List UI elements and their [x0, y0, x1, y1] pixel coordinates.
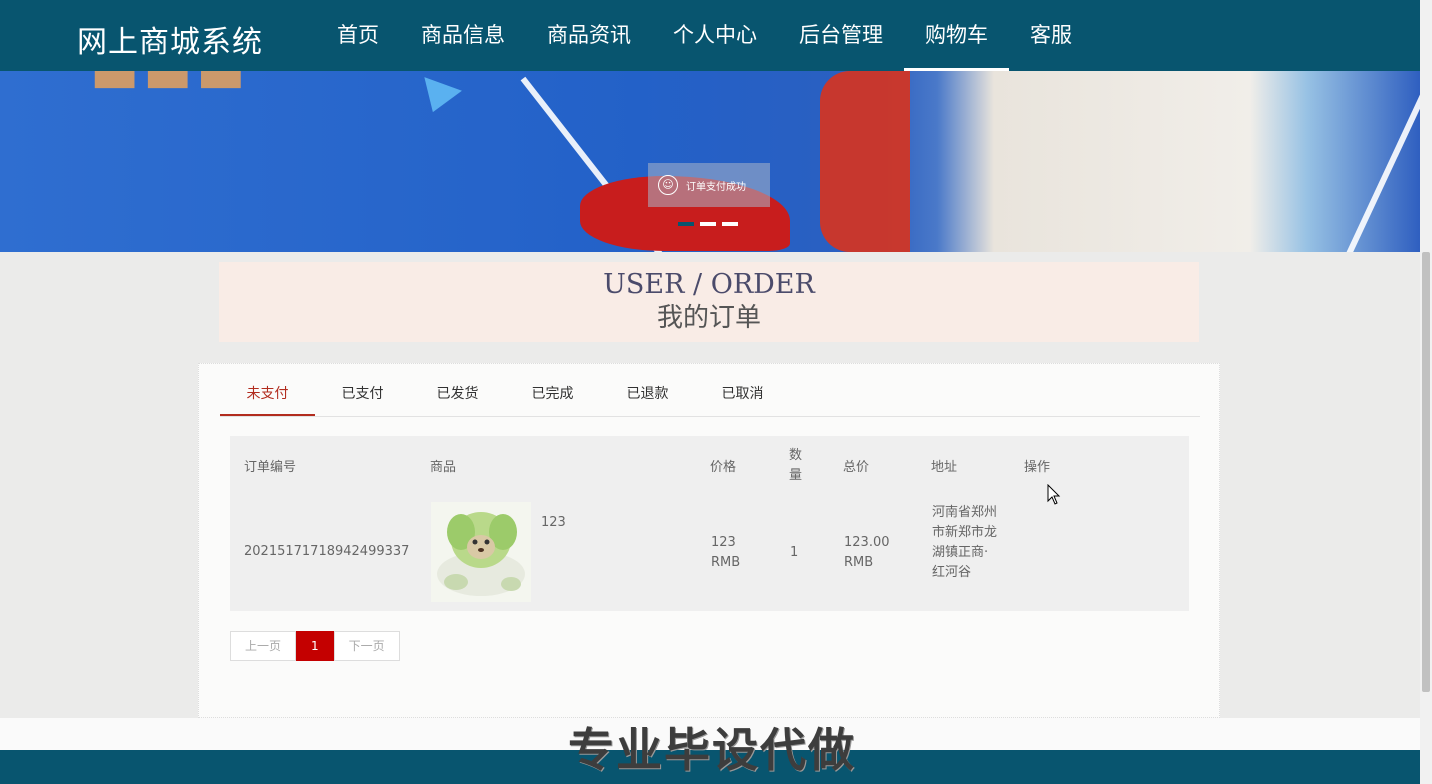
page-title-en: USER / ORDER — [603, 269, 815, 300]
column-header-action: 操作 — [1024, 460, 1051, 475]
nav-item-home[interactable]: 首页 — [316, 0, 400, 71]
top-navbar: 网上商城系统 首页 商品信息 商品资讯 个人中心 后台管理 购物车 客服 — [0, 0, 1420, 71]
carousel-dot[interactable] — [700, 222, 716, 226]
nav-item-cart[interactable]: 购物车 — [904, 0, 1009, 71]
carousel-dot[interactable] — [678, 222, 694, 226]
nav-item-news[interactable]: 商品资讯 — [526, 0, 652, 71]
page-title-zh: 我的订单 — [656, 303, 761, 333]
page-title: USER / ORDER 我的订单 — [219, 262, 1199, 342]
main-nav: 首页 商品信息 商品资讯 个人中心 后台管理 购物车 客服 — [316, 0, 1093, 71]
watermark-overlay: 专业毕设代做 — [568, 723, 856, 777]
pagination: 上一页 1 下一页 — [230, 631, 400, 661]
product-thumbnail-art — [431, 502, 531, 602]
shipping-address: 河南省郑州市新郑市龙湖镇正商·红河谷 — [932, 505, 998, 580]
order-total: 123.00 RMB — [844, 535, 890, 570]
product-quantity: 1 — [790, 545, 799, 560]
order-number: 20215171718942499337 — [244, 544, 410, 559]
tab-shipped[interactable]: 已发货 — [410, 374, 505, 414]
nav-item-admin[interactable]: 后台管理 — [778, 0, 904, 71]
tab-completed[interactable]: 已完成 — [505, 374, 600, 414]
smile-icon: ☺ — [658, 175, 678, 195]
prev-page-button[interactable]: 上一页 — [230, 631, 297, 661]
product-price: 123 RMB — [711, 535, 741, 570]
promo-banner[interactable]: ▬▬▬ ☺ 订单支付成功 — [0, 71, 1420, 252]
success-toast: ☺ 订单支付成功 — [648, 163, 770, 207]
column-header-total: 总价 — [843, 460, 870, 475]
order-table: 订单编号 商品 价格 数量 总价 地址 操作 20215171718942499… — [230, 436, 1189, 611]
tab-paid[interactable]: 已支付 — [315, 374, 410, 414]
banner-triangle-decoration — [414, 77, 462, 119]
toast-text: 订单支付成功 — [686, 181, 746, 193]
carousel-indicators — [678, 222, 738, 226]
column-header-order-no: 订单编号 — [244, 460, 297, 475]
product-name[interactable]: 123 — [541, 513, 566, 533]
page-number-current[interactable]: 1 — [296, 631, 334, 661]
order-status-tabs: 未支付 已支付 已发货 已完成 已退款 已取消 — [220, 374, 1200, 417]
order-panel: 未支付 已支付 已发货 已完成 已退款 已取消 订单编号 商品 价格 数量 总价… — [198, 363, 1220, 718]
banner-artwork-text: ▬▬▬ — [90, 71, 250, 105]
column-header-address: 地址 — [931, 460, 958, 475]
nav-item-service[interactable]: 客服 — [1009, 0, 1093, 71]
tab-refunded[interactable]: 已退款 — [600, 374, 695, 414]
mouse-cursor-icon — [1047, 483, 1061, 510]
banner-stripe — [1325, 71, 1420, 252]
tab-unpaid[interactable]: 未支付 — [220, 374, 315, 416]
tab-cancelled[interactable]: 已取消 — [695, 374, 790, 414]
nav-item-profile[interactable]: 个人中心 — [652, 0, 778, 71]
column-header-product: 商品 — [430, 460, 457, 475]
scrollbar-thumb[interactable] — [1422, 252, 1430, 692]
page-scrollbar[interactable] — [1420, 0, 1432, 784]
next-page-button[interactable]: 下一页 — [333, 631, 400, 661]
banner-model-sleeve — [820, 71, 910, 252]
column-header-qty: 数量 — [789, 448, 803, 483]
product-image[interactable] — [431, 502, 531, 602]
nav-item-products[interactable]: 商品信息 — [400, 0, 526, 71]
carousel-dot[interactable] — [722, 222, 738, 226]
column-header-price: 价格 — [710, 460, 737, 475]
site-brand[interactable]: 网上商城系统 — [77, 17, 263, 61]
